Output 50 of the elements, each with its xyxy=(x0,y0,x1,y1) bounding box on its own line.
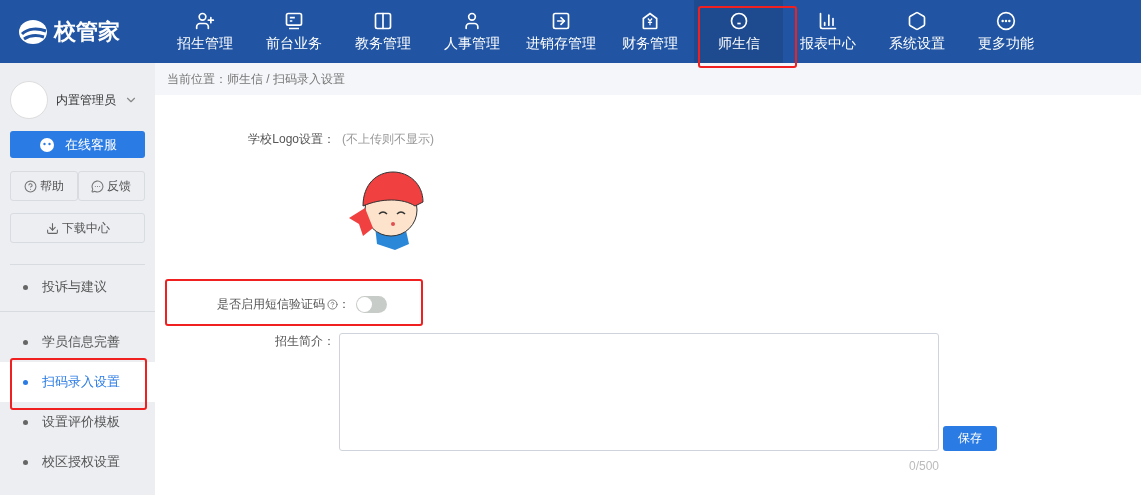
bullet-icon xyxy=(23,419,28,425)
intro-label: 招生简介： xyxy=(274,333,335,350)
nav-tab[interactable]: 教务管理 xyxy=(338,0,427,63)
nav-tab[interactable]: 系统设置 xyxy=(872,0,961,63)
breadcrumb: 当前位置：师生信 / 扫码录入设置 xyxy=(167,70,345,88)
arrow-square-icon xyxy=(550,10,571,31)
nav-tab[interactable]: 财务管理 xyxy=(605,0,694,63)
nav-tab[interactable]: 招生管理 xyxy=(160,0,249,63)
help-button[interactable]: 帮助 xyxy=(10,171,78,201)
bar-chart-icon xyxy=(817,10,838,31)
nav-tab[interactable]: 报表中心 xyxy=(783,0,872,63)
download-icon xyxy=(45,221,59,235)
help-icon[interactable] xyxy=(327,299,338,310)
nav-tab[interactable]: 人事管理 xyxy=(427,0,516,63)
nav-tab[interactable]: 师生信 xyxy=(694,0,783,63)
logo-icon xyxy=(18,18,48,45)
avatar xyxy=(10,81,48,119)
bullet-icon xyxy=(23,459,28,465)
download-center-button[interactable]: 下载中心 xyxy=(10,213,145,243)
nav-tab[interactable]: 进销存管理 xyxy=(516,0,605,63)
monitor-icon xyxy=(283,10,304,31)
sidebar-item[interactable]: 投诉与建议 xyxy=(10,267,145,307)
columns-icon xyxy=(372,10,393,31)
feedback-button[interactable]: 反馈 xyxy=(77,171,145,201)
online-service-button[interactable]: 在线客服 xyxy=(10,131,145,158)
sidebar-item[interactable]: 学员信息完善 xyxy=(0,322,155,362)
bullet-icon xyxy=(23,284,28,290)
bullet-icon xyxy=(23,379,28,385)
user-name[interactable]: 内置管理员 xyxy=(56,91,116,109)
sidebar-item[interactable]: 设置评价模板 xyxy=(0,402,155,442)
save-button[interactable]: 保存 xyxy=(943,426,997,451)
logo-text: 校管家 xyxy=(54,17,120,46)
more-icon xyxy=(995,10,1016,31)
chat-icon xyxy=(91,179,105,193)
colon: ： xyxy=(338,296,350,313)
user-plus-icon xyxy=(194,10,215,31)
smiley-icon xyxy=(728,10,749,31)
upload-hint: (不上传则不显示) xyxy=(342,131,434,148)
sidebar-item[interactable]: 扫码录入设置 xyxy=(0,362,155,402)
bullet-icon xyxy=(23,339,28,345)
sms-label: 是否启用短信验证码 xyxy=(216,296,325,313)
nav-tab[interactable]: 前台业务 xyxy=(249,0,338,63)
sms-toggle[interactable] xyxy=(356,296,387,313)
help-icon xyxy=(23,179,37,193)
sidebar-item[interactable]: 校区授权设置 xyxy=(0,442,155,482)
char-counter: 0/500 xyxy=(907,459,939,473)
chat-face-icon xyxy=(38,136,55,153)
nav-tab[interactable]: 更多功能 xyxy=(961,0,1050,63)
settings-icon xyxy=(906,10,927,31)
logo-label: 学校Logo设置： xyxy=(247,131,335,148)
